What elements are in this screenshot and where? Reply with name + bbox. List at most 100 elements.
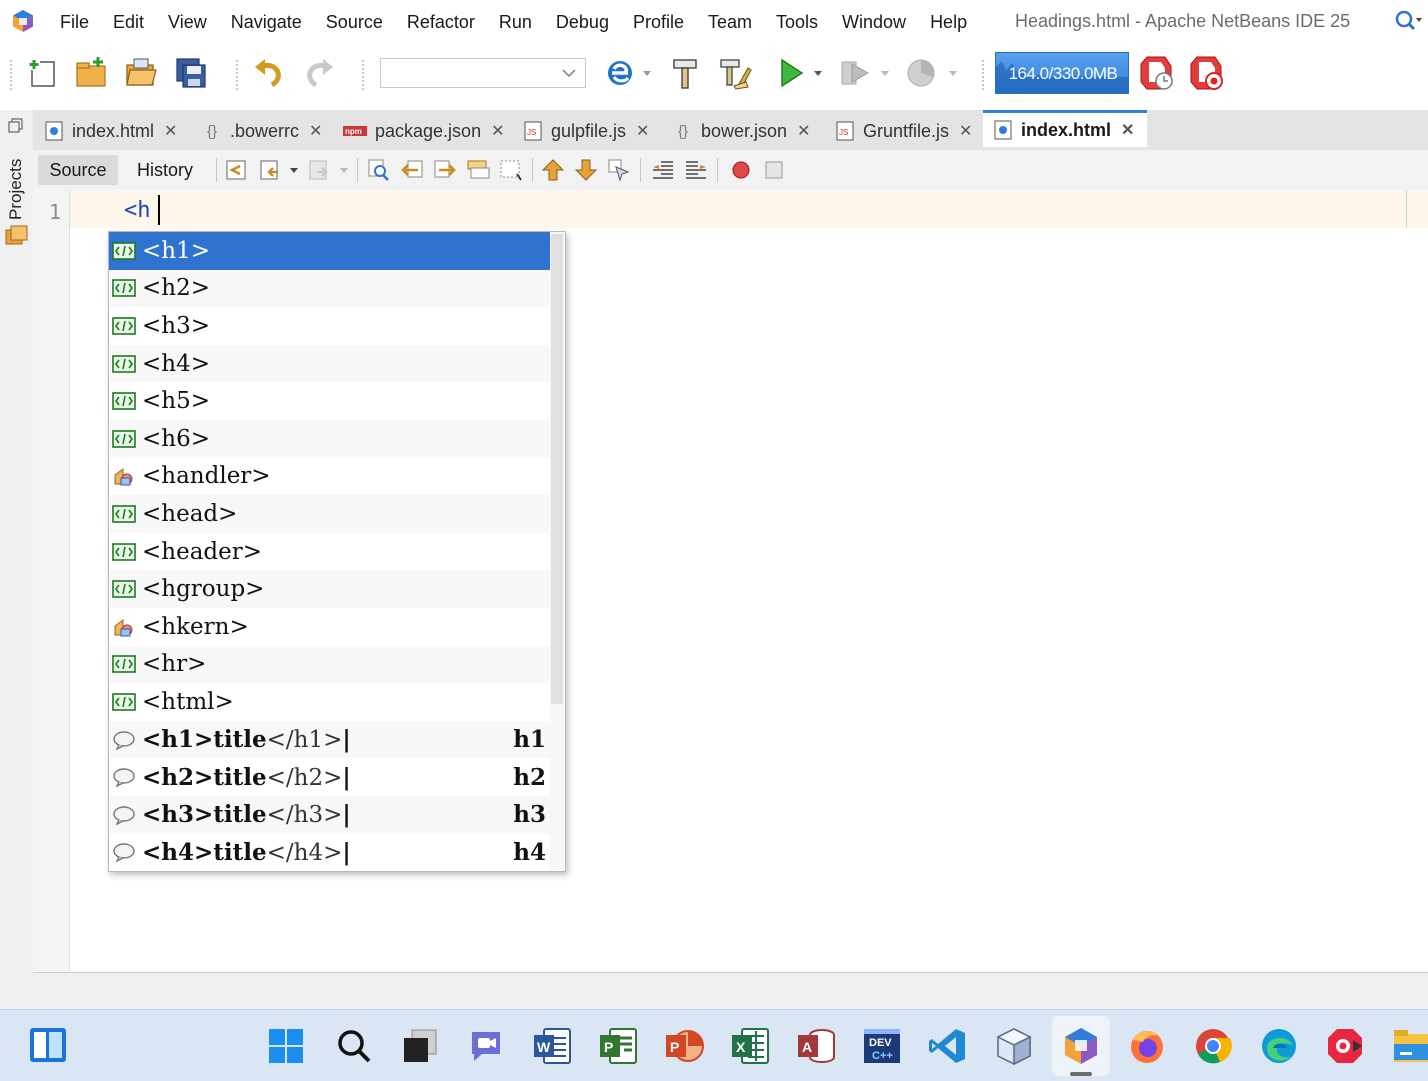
shift-left-icon[interactable] [651,158,675,182]
clean-build-icon[interactable] [718,56,752,90]
save-all-icon[interactable] [174,56,208,90]
completion-item[interactable]: <h3>title</h3>| h3 [109,795,550,834]
menu-window[interactable]: Window [830,12,918,33]
find-selection-icon[interactable] [466,158,490,182]
teams-chat-icon[interactable] [466,1026,506,1066]
menu-debug[interactable]: Debug [544,12,621,33]
open-project-icon[interactable] [124,56,158,90]
code-text[interactable]: <h [124,198,151,223]
netbeans-icon[interactable] [1061,1026,1101,1066]
find-icon[interactable] [367,158,391,182]
restore-window-icon[interactable] [8,118,24,134]
memory-usage-widget[interactable]: 164.0/330.0MB [995,52,1129,94]
menu-profile[interactable]: Profile [621,12,696,33]
toggle-highlight-icon[interactable] [499,158,523,182]
vscode-icon[interactable] [928,1026,968,1066]
menu-view[interactable]: View [156,12,219,33]
chevron-down-icon[interactable] [880,70,890,78]
completion-item[interactable]: <html> [109,683,550,721]
toggle-bookmark-icon[interactable] [607,158,631,182]
chevron-down-icon[interactable] [642,70,652,78]
project-icon[interactable]: P [598,1026,638,1066]
forward-icon[interactable] [307,158,331,182]
completion-item[interactable]: <h2>title</h2>| h2 [109,758,550,796]
word-icon[interactable]: W [532,1026,572,1066]
next-bookmark-icon[interactable] [574,158,598,182]
completion-item[interactable]: <h1> [109,232,550,270]
tab-package-json[interactable]: npm package.json ✕ [343,112,504,150]
close-icon[interactable]: ✕ [491,121,504,141]
completion-item[interactable]: <h1>title</h1>| h1 [109,720,550,759]
new-file-icon[interactable] [26,56,60,90]
virtualbox-icon[interactable] [994,1026,1034,1066]
completion-scrollbar-thumb[interactable] [551,234,563,704]
chevron-down-icon[interactable] [813,70,823,78]
file-explorer-icon[interactable] [1392,1026,1428,1066]
menu-run[interactable]: Run [487,12,544,33]
redo-icon[interactable] [302,56,336,90]
menu-file[interactable]: File [48,12,101,33]
stop-macro-record-icon[interactable] [762,158,786,182]
close-icon[interactable]: ✕ [797,121,810,141]
completion-item[interactable]: <head> [109,495,550,533]
shift-right-icon[interactable] [684,158,708,182]
chrome-icon[interactable] [1193,1026,1233,1066]
menu-help[interactable]: Help [918,12,979,33]
screen-recorder-icon[interactable] [1325,1026,1365,1066]
close-icon[interactable]: ✕ [1121,120,1134,140]
menu-team[interactable]: Team [696,12,764,33]
previous-bookmark-icon[interactable] [541,158,565,182]
completion-item[interactable]: <hgroup> [109,570,550,608]
tab-bowerrc[interactable]: {} .bowerrc ✕ [202,112,322,150]
toolbar-grip[interactable] [982,60,988,90]
configuration-select[interactable] [380,58,586,88]
chevron-down-icon[interactable] [289,167,299,175]
profile-icon[interactable] [904,56,938,90]
windows-start-icon[interactable] [266,1026,306,1066]
search-icon[interactable] [334,1026,374,1066]
browser-icon[interactable] [604,56,638,90]
completion-item[interactable]: <h2> [109,269,550,308]
close-icon[interactable]: ✕ [164,121,177,141]
close-icon[interactable]: ✕ [959,121,972,141]
toolbar-grip[interactable] [362,60,368,90]
completion-item[interactable]: <h4> [109,344,550,383]
projects-icon[interactable] [5,224,29,246]
find-next-icon[interactable] [433,158,457,182]
new-project-icon[interactable] [74,56,108,90]
close-icon[interactable]: ✕ [309,121,322,141]
toolbar-grip[interactable] [10,60,16,90]
find-previous-icon[interactable] [400,158,424,182]
gc-clock-icon[interactable] [1137,54,1175,92]
completion-item[interactable]: <handler> [109,458,550,496]
tab-index-html[interactable]: index.html ✕ [44,112,177,150]
toolbar-grip[interactable] [236,60,242,90]
projects-panel-tab[interactable]: Projects [6,159,28,220]
completion-item[interactable]: <hr> [109,645,550,684]
firefox-icon[interactable] [1127,1026,1167,1066]
build-hammer-icon[interactable] [668,56,702,90]
completion-item[interactable]: <h5> [109,382,550,420]
excel-icon[interactable]: X [730,1026,770,1066]
powerpoint-icon[interactable]: P [664,1026,704,1066]
close-icon[interactable]: ✕ [636,121,649,141]
tab-gulpfile-js[interactable]: JS gulpfile.js ✕ [523,112,649,150]
gc-stop-icon[interactable] [1187,54,1225,92]
completion-item[interactable]: <h4>title</h4>| h4 [109,834,550,872]
back-icon[interactable] [258,158,282,182]
completion-item[interactable]: <header> [109,533,550,571]
widgets-icon[interactable] [28,1026,68,1066]
undo-icon[interactable] [252,56,286,90]
completion-item[interactable]: <h6> [109,419,550,458]
start-macro-record-icon[interactable] [729,158,753,182]
menu-source[interactable]: Source [314,12,395,33]
menu-navigate[interactable]: Navigate [219,12,314,33]
chevron-down-icon[interactable] [339,167,349,175]
dev-cpp-icon[interactable]: DEV C++ [862,1026,902,1066]
last-edit-icon[interactable] [224,158,248,182]
menu-refactor[interactable]: Refactor [395,12,487,33]
source-view-button[interactable]: Source [38,155,118,185]
task-view-icon[interactable] [400,1026,440,1066]
quick-search-icon[interactable] [1392,8,1424,36]
debug-icon[interactable] [838,56,872,90]
